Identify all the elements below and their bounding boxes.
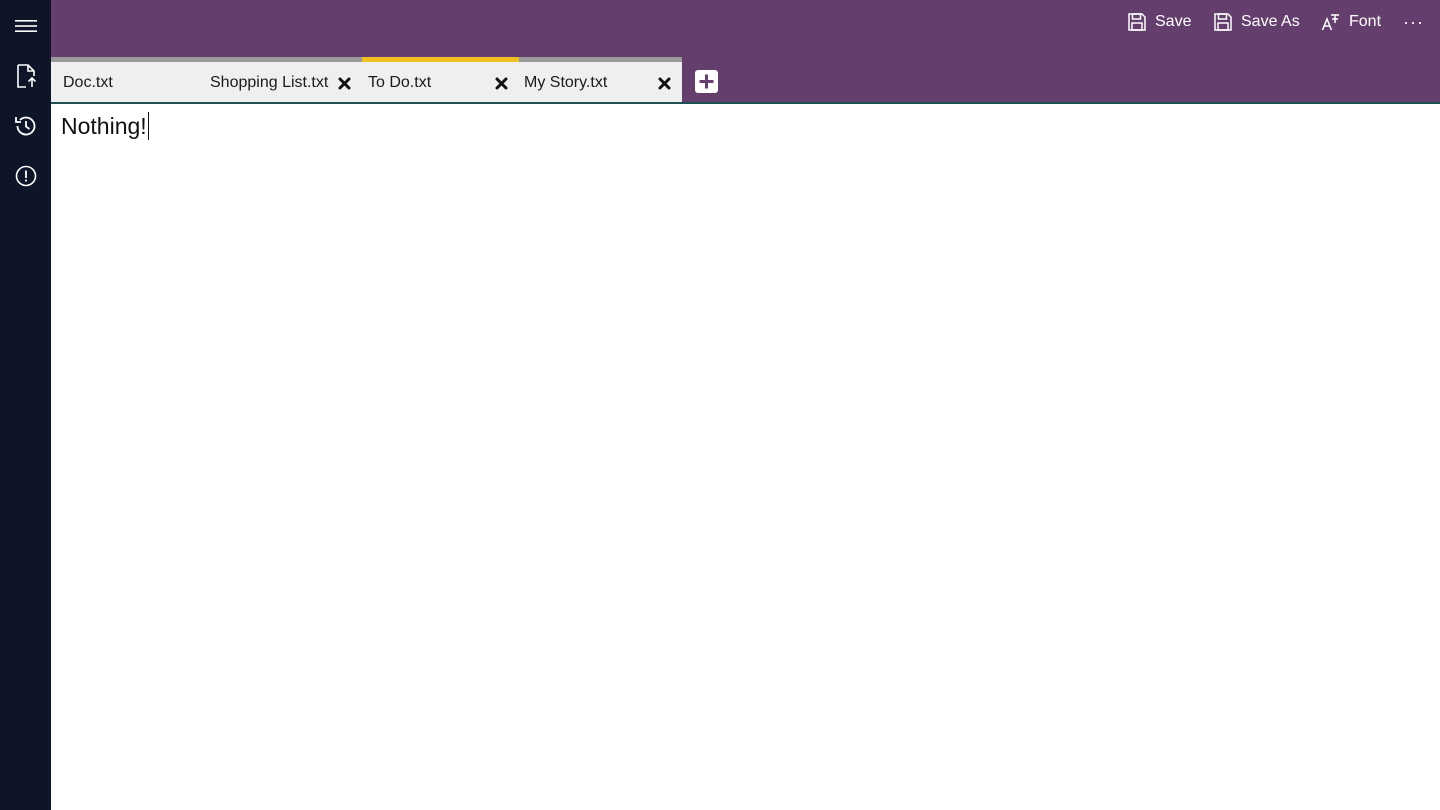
tab-close-button[interactable] bbox=[656, 75, 672, 91]
tab-to-do[interactable]: To Do.txt bbox=[362, 57, 519, 102]
text-caret bbox=[147, 112, 150, 140]
hamburger-menu-icon bbox=[14, 20, 37, 32]
history-button[interactable] bbox=[0, 102, 51, 150]
tab-close-button[interactable] bbox=[493, 75, 509, 91]
close-icon bbox=[495, 77, 507, 89]
close-icon bbox=[658, 77, 670, 89]
editor-text: Nothing! bbox=[61, 113, 147, 139]
close-icon bbox=[338, 77, 350, 89]
tab-close-button[interactable] bbox=[336, 75, 352, 91]
open-file-icon bbox=[16, 64, 36, 88]
text-editor[interactable]: Nothing! bbox=[51, 104, 1440, 810]
tab-doc[interactable]: Doc.txt bbox=[51, 57, 208, 102]
navigation-rail bbox=[0, 0, 51, 810]
save-as-button[interactable]: Save As bbox=[1213, 6, 1300, 38]
tab-label: My Story.txt bbox=[524, 74, 608, 91]
save-button[interactable]: Save bbox=[1127, 6, 1191, 38]
tab-label: Shopping List.txt bbox=[210, 74, 329, 91]
font-button[interactable]: Font bbox=[1321, 6, 1381, 38]
tab-my-story[interactable]: My Story.txt bbox=[519, 57, 682, 102]
save-as-label: Save As bbox=[1241, 13, 1300, 30]
history-icon bbox=[14, 116, 35, 136]
font-icon bbox=[1321, 14, 1339, 31]
tab-shopping-list[interactable]: Shopping List.txt bbox=[208, 57, 362, 102]
editor-content[interactable]: Nothing! bbox=[61, 112, 150, 140]
open-file-button[interactable] bbox=[0, 52, 51, 100]
save-icon bbox=[1128, 13, 1146, 31]
info-icon bbox=[15, 165, 36, 187]
about-button[interactable] bbox=[0, 152, 51, 200]
save-label: Save bbox=[1155, 13, 1192, 30]
hamburger-menu-button[interactable] bbox=[0, 2, 51, 50]
more-options-button[interactable]: ··· bbox=[1403, 6, 1424, 38]
tab-label: Doc.txt bbox=[63, 74, 113, 91]
tab-label: To Do.txt bbox=[368, 74, 432, 91]
add-tab-button[interactable] bbox=[695, 70, 718, 93]
more-options-icon: ··· bbox=[1403, 11, 1424, 32]
save-as-icon bbox=[1214, 13, 1232, 31]
font-label: Font bbox=[1349, 13, 1382, 30]
plus-icon bbox=[695, 70, 718, 93]
